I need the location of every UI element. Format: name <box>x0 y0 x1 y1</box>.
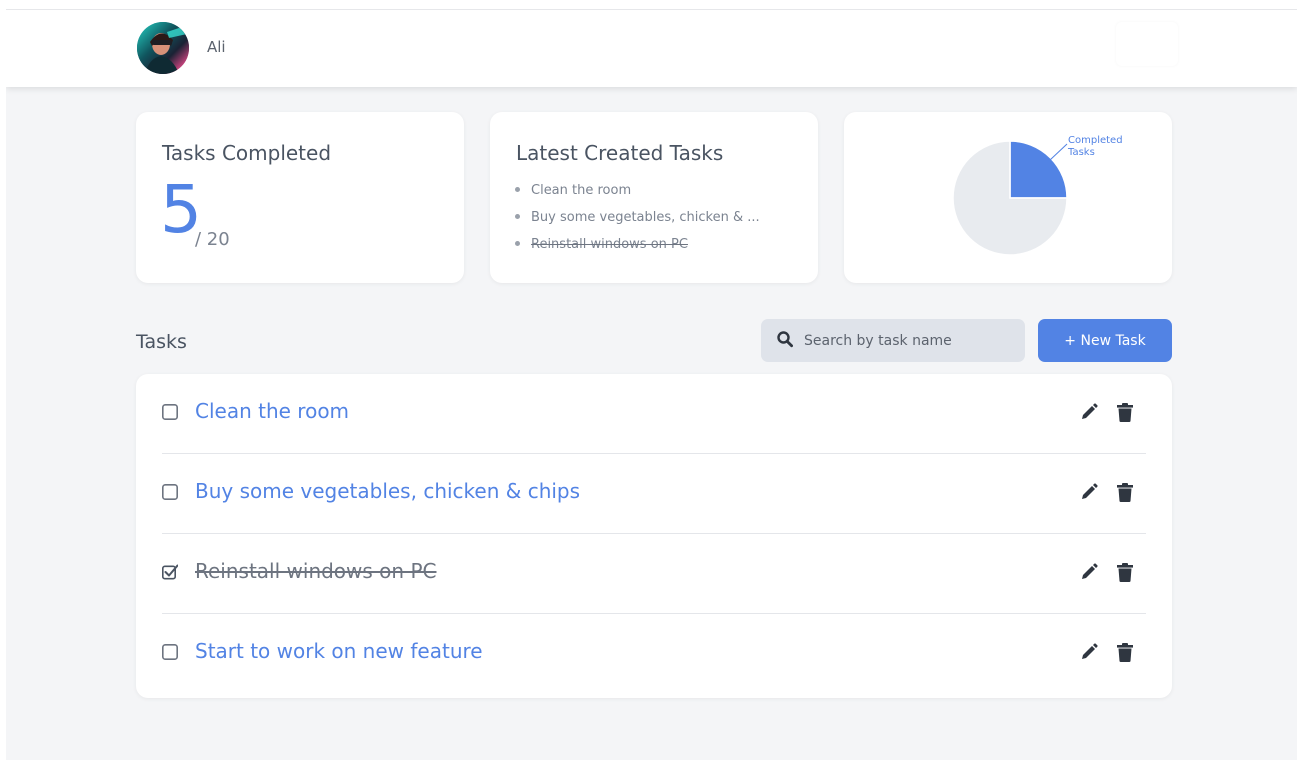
latest-task-item: Reinstall windows on PC <box>515 231 815 258</box>
task-title[interactable]: Buy some vegetables, chicken & chips <box>195 479 580 503</box>
trash-icon[interactable] <box>1117 403 1133 422</box>
pie-slice-completed <box>1009 140 1068 199</box>
latest-task-item: Clean the room <box>515 177 815 204</box>
avatar[interactable] <box>137 22 189 74</box>
tasks-section-title: Tasks <box>136 331 187 353</box>
trash-icon[interactable] <box>1117 563 1133 582</box>
bullet-icon <box>515 187 520 192</box>
task-checkbox[interactable] <box>162 564 178 580</box>
trash-icon[interactable] <box>1117 483 1133 502</box>
pie-label-leader <box>1049 143 1068 161</box>
pie-slice-label: Completed <box>1068 135 1123 146</box>
trash-icon[interactable] <box>1117 643 1133 662</box>
new-task-button[interactable]: + New Task <box>1038 319 1172 362</box>
app-frame: Ali Tasks Completed 5 / 20 Latest Create… <box>6 9 1297 760</box>
latest-tasks-list: Clean the room Buy some vegetables, chic… <box>515 177 815 258</box>
task-row: Clean the room <box>162 374 1146 454</box>
username: Ali <box>207 38 226 56</box>
bullet-icon <box>515 214 520 219</box>
task-list: Clean the room Buy some vegetables, chic… <box>136 374 1172 698</box>
search-icon <box>777 331 793 348</box>
bullet-icon <box>515 241 520 246</box>
task-checkbox[interactable] <box>162 404 178 420</box>
tasks-completed-title: Tasks Completed <box>162 141 332 165</box>
task-checkbox[interactable] <box>162 644 178 660</box>
header-placeholder <box>1116 22 1178 66</box>
tasks-completed-card: Tasks Completed 5 / 20 <box>136 112 464 283</box>
task-row: Buy some vegetables, chicken & chips <box>162 454 1146 534</box>
latest-tasks-card: Latest Created Tasks Clean the room Buy … <box>490 112 818 283</box>
edit-icon[interactable] <box>1080 643 1098 661</box>
total-count: / 20 <box>195 229 230 250</box>
completion-chart-card: Completed Tasks <box>844 112 1172 283</box>
task-title[interactable]: Reinstall windows on PC <box>195 559 436 583</box>
pie-slice-label: Tasks <box>1067 147 1095 158</box>
task-row: Start to work on new feature <box>162 614 1146 694</box>
top-header: Ali <box>6 10 1297 87</box>
completion-pie-chart: CompletedTasks <box>952 135 1123 256</box>
latest-task-item: Buy some vegetables, chicken & ... <box>515 204 815 231</box>
task-checkbox[interactable] <box>162 484 178 500</box>
task-title[interactable]: Clean the room <box>195 399 349 423</box>
avatar-image <box>137 22 189 74</box>
edit-icon[interactable] <box>1080 403 1098 421</box>
edit-icon[interactable] <box>1080 563 1098 581</box>
search-box <box>761 319 1025 362</box>
task-row: Reinstall windows on PC <box>162 534 1146 614</box>
latest-tasks-title: Latest Created Tasks <box>516 141 724 165</box>
search-input[interactable] <box>804 319 1014 362</box>
edit-icon[interactable] <box>1080 483 1098 501</box>
task-title[interactable]: Start to work on new feature <box>195 639 483 663</box>
